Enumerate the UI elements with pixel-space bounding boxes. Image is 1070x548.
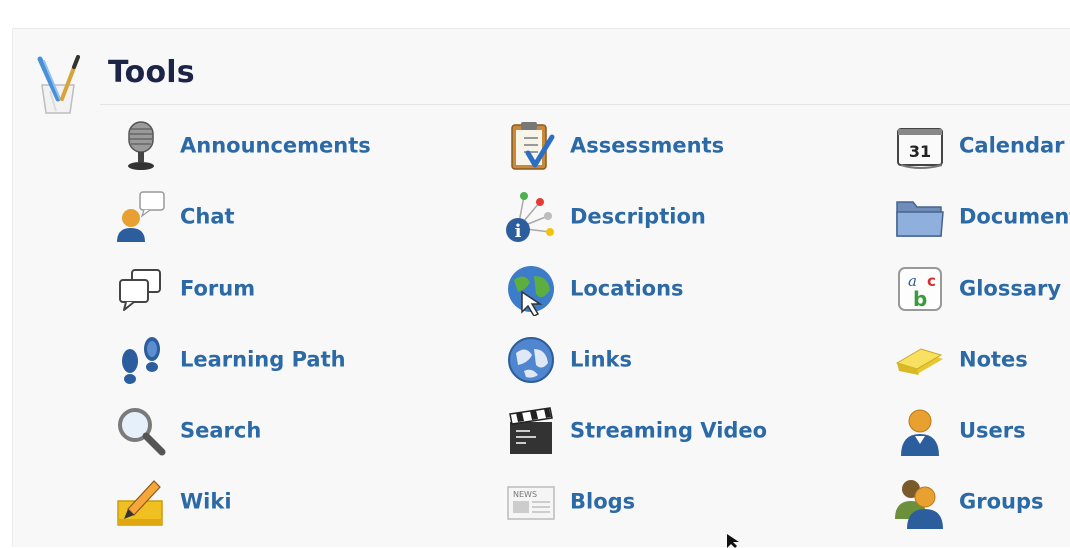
user-icon xyxy=(891,402,949,460)
newspaper-icon: NEWS xyxy=(502,473,560,531)
footprints-icon xyxy=(112,331,170,389)
tool-label: Wiki xyxy=(180,489,232,514)
tool-label: Announcements xyxy=(180,133,371,158)
tool-groups[interactable]: Groups xyxy=(891,472,1044,532)
speech-bubbles-icon xyxy=(112,260,170,318)
tool-forum[interactable]: Forum xyxy=(112,259,255,319)
tool-locations[interactable]: Locations xyxy=(502,259,684,319)
tool-announcements[interactable]: Announcements xyxy=(112,116,371,176)
tool-label: Blogs xyxy=(570,489,636,514)
tool-label: Description xyxy=(570,204,706,229)
newspaper-masthead: NEWS xyxy=(513,490,537,499)
tool-label: Chat xyxy=(180,204,235,229)
tool-label: Assessments xyxy=(570,133,725,158)
tool-links[interactable]: Links xyxy=(502,330,632,390)
clapperboard-icon xyxy=(502,402,560,460)
tool-label: Notes xyxy=(959,347,1028,372)
tool-notes[interactable]: Notes xyxy=(891,330,1028,390)
calendar-day: 31 xyxy=(909,142,931,161)
tool-label: Search xyxy=(180,418,262,443)
microphone-icon xyxy=(112,117,170,175)
tool-label: Links xyxy=(570,347,632,372)
tool-assessments[interactable]: Assessments xyxy=(502,116,724,176)
tool-calendar[interactable]: 31 Calendar xyxy=(891,116,1065,176)
tool-streaming-video[interactable]: Streaming Video xyxy=(502,401,767,461)
tool-label: Document xyxy=(959,204,1070,229)
tool-learning-path[interactable]: Learning Path xyxy=(112,330,346,390)
title-divider xyxy=(100,104,1070,105)
tool-label: Learning Path xyxy=(180,347,346,372)
group-users-icon xyxy=(891,473,949,531)
page-title: Tools xyxy=(108,55,195,90)
tool-users[interactable]: Users xyxy=(891,401,1026,461)
chat-user-icon xyxy=(112,188,170,246)
tool-chat[interactable]: Chat xyxy=(112,187,235,247)
sticky-notes-icon xyxy=(891,331,949,389)
tool-label: Streaming Video xyxy=(570,418,768,443)
tool-glossary[interactable]: a b c Glossary xyxy=(891,259,1061,319)
abc-glossary-icon: a b c xyxy=(891,260,949,318)
tool-blogs[interactable]: NEWS Blogs xyxy=(502,472,635,532)
tool-document[interactable]: Document xyxy=(891,187,1070,247)
info-molecule-icon: i xyxy=(502,188,560,246)
tool-search[interactable]: Search xyxy=(112,401,261,461)
magnifier-icon xyxy=(112,402,170,460)
tool-description[interactable]: i Description xyxy=(502,187,706,247)
svg-text:i: i xyxy=(515,221,522,242)
folder-icon xyxy=(891,188,949,246)
pencil-notepad-icon xyxy=(112,473,170,531)
glyph-c: c xyxy=(927,272,936,290)
clipboard-check-icon xyxy=(502,117,560,175)
tools-cup-icon xyxy=(37,55,80,114)
tool-label: Forum xyxy=(180,276,256,301)
globe-pointer-icon xyxy=(502,260,560,318)
glyph-b: b xyxy=(913,287,927,311)
tool-label: Glossary xyxy=(959,276,1062,301)
calendar-icon: 31 xyxy=(891,117,949,175)
tool-label: Calendar xyxy=(959,133,1065,158)
tool-label: Locations xyxy=(570,276,684,301)
tool-label: Groups xyxy=(959,489,1044,514)
globe-icon xyxy=(502,331,560,389)
tool-label: Users xyxy=(959,418,1026,443)
tool-wiki[interactable]: Wiki xyxy=(112,472,232,532)
